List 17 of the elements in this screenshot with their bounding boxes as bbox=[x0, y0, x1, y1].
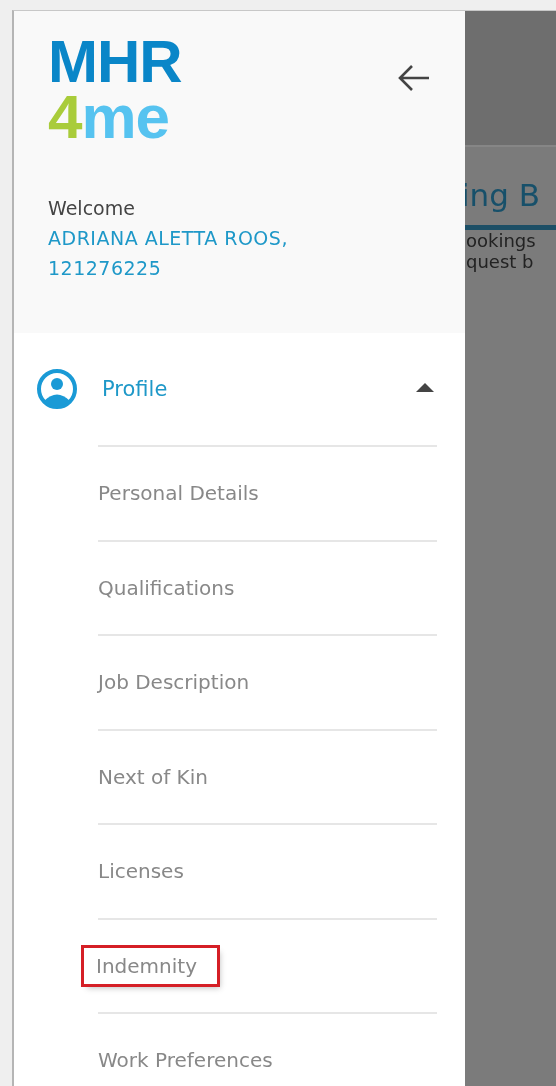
menu-item[interactable]: Job Description bbox=[98, 664, 250, 701]
profile-menu-header[interactable]: Profile bbox=[14, 333, 465, 445]
menu-item[interactable]: Licenses bbox=[98, 853, 184, 890]
menu-item[interactable]: Next of Kin bbox=[98, 758, 208, 795]
welcome-label: Welcome bbox=[48, 196, 136, 219]
menu-item[interactable]: Work Preferences bbox=[98, 1042, 273, 1079]
caret-icon bbox=[415, 381, 435, 393]
logo: MHR 4me bbox=[48, 35, 182, 145]
page-text: quest b bbox=[466, 251, 534, 272]
user-id: 121276225 bbox=[48, 256, 163, 279]
menu-item[interactable]: Indemnity bbox=[84, 947, 217, 984]
user-circle-icon bbox=[36, 368, 78, 410]
menu-item[interactable]: Qualifications bbox=[98, 569, 235, 606]
menu-item[interactable]: Personal Details bbox=[98, 475, 259, 512]
user-name: ADRIANA ALETTA ROOS, bbox=[48, 226, 289, 249]
back-arrow-icon bbox=[397, 63, 431, 93]
page-text: ookings bbox=[466, 230, 536, 251]
